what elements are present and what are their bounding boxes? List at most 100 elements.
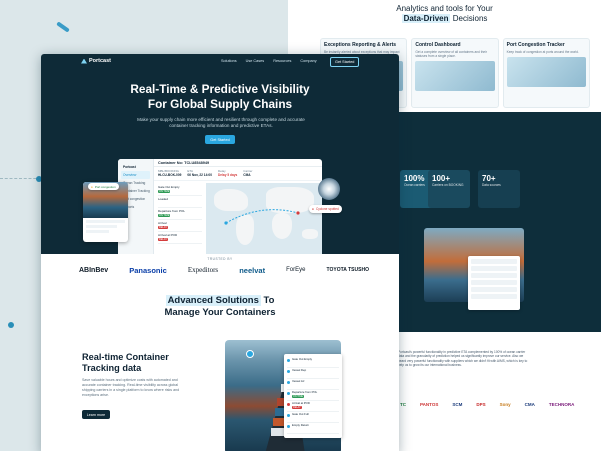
analytics-card-image	[506, 57, 586, 87]
brand-logo-expeditors: Expeditors	[187, 266, 219, 274]
client-logo: PANTOS	[420, 402, 439, 407]
world-map[interactable]	[206, 183, 322, 254]
brand-logo-neelvat: neelvat	[239, 265, 266, 275]
timeline-dot-icon	[287, 414, 290, 417]
client-logo: Sony	[499, 402, 511, 407]
list-item-title: Arrival	[158, 221, 167, 225]
timeline-row: Vessel Dep	[287, 368, 339, 379]
meta-value: CMA	[243, 173, 251, 177]
timeline-row-title: Empty Return	[292, 423, 310, 427]
vessel-card-rows	[83, 218, 128, 235]
client-logo: SCM	[452, 402, 463, 407]
warning-icon: ●	[91, 184, 93, 189]
learn-more-button[interactable]: Learn more	[82, 410, 110, 419]
analytics-card-title: Port Congestion Tracker	[506, 42, 565, 48]
list-item[interactable]: Departure from POL ON TIME	[158, 208, 202, 220]
tracking-panel	[468, 256, 520, 310]
cyclone-badge: ● Cyclone spotted	[309, 205, 342, 213]
analytics-card-title: Exceptions Reporting & Alerts	[324, 42, 397, 48]
timeline-row: Vessel Arr	[287, 379, 339, 390]
sidebar-item[interactable]: Overview	[121, 171, 150, 179]
testimonial-quote: Portcast's powerful functionality in pre…	[398, 350, 528, 367]
analytics-heading-line1: Analytics and tools for Your	[396, 4, 493, 13]
meta-value: 06 Nov, 22 14:00	[187, 173, 212, 177]
location-pin-icon	[246, 350, 254, 358]
stat-label: Data sources	[482, 183, 501, 187]
list-item[interactable]: Loaded	[158, 196, 202, 208]
brand-logo-abinbev: ABInBev	[79, 266, 109, 274]
timeline-row: Departure from POL ON TIME	[287, 390, 339, 401]
alert-icon: ●	[312, 207, 314, 211]
stat-value: 100+	[432, 174, 451, 183]
portcast-logo[interactable]: Portcast	[81, 58, 111, 64]
brand-logo-toyota-tsusho: TOYOTA TSUSHO	[326, 267, 369, 273]
background-ship-icon	[56, 21, 70, 33]
meta-value: HLCU-BOK-009	[158, 173, 182, 177]
timeline-row: Gate Out Full	[287, 412, 339, 423]
brand-logos: ABInBev Panasonic Expeditors neelvat For…	[79, 264, 369, 276]
analytics-card[interactable]: Port Congestion Tracker Keep track of co…	[502, 38, 590, 108]
hero-get-started-button[interactable]: Get Started	[205, 135, 235, 144]
sidebar-item[interactable]: Portcast	[121, 163, 150, 171]
nav-link-resources[interactable]: Resources	[273, 59, 291, 63]
port-congestion-label: Port congestion	[94, 184, 116, 189]
client-logo: DPS	[476, 402, 486, 407]
nav-link-company[interactable]: Company	[300, 59, 316, 63]
nav-links: Solutions Use Cases Resources Company	[221, 59, 317, 63]
dashboard-main: Container No: TCLU8548949 MBL/BOOKING HLC…	[154, 159, 322, 254]
client-logo: TC	[400, 402, 406, 407]
meta-cell: MBL/BOOKING HLCU-BOK-009	[158, 169, 181, 178]
meta-cell: ETA 06 Nov, 22 14:00	[187, 169, 212, 178]
solutions-heading-highlight: Advanced Solutions	[165, 295, 261, 306]
list-item[interactable]: Arrival DELAY	[158, 220, 202, 232]
timeline-row-title: Vessel Arr	[292, 379, 305, 383]
timeline-dot-icon	[287, 403, 290, 406]
main-landing-page: Portcast Solutions Use Cases Resources C…	[41, 54, 399, 451]
analytics-card-title: Control Dashboard	[415, 42, 461, 48]
analytics-heading-rest: Decisions	[452, 14, 488, 23]
timeline-dot-icon	[287, 392, 290, 395]
analytics-heading: Analytics and tools for Your Data-Driven…	[288, 4, 601, 24]
realtime-title-line1: Real-time Container	[82, 352, 169, 362]
timeline-dot-icon	[287, 370, 290, 373]
tracking-timeline-card[interactable]: Gate Out Empty Vessel Dep Vessel Arr Dep…	[284, 354, 342, 438]
cyclone-image	[318, 178, 340, 200]
list-item[interactable]: Arrival at POD DELAY	[158, 232, 202, 244]
timeline-dot-icon	[287, 381, 290, 384]
client-logos: TC PANTOS SCM DPS Sony CMA TECHNORA	[400, 402, 600, 407]
nav-get-started-button[interactable]: Get Started	[330, 57, 360, 67]
background-route-line	[0, 178, 41, 179]
stat-label: Carriers on BOOKING	[432, 183, 464, 187]
milestone-list: Gate Out Empty ON TIME Loaded Departure f…	[158, 184, 202, 244]
analytics-card-image	[415, 61, 495, 91]
brand-logo-panasonic: Panasonic	[129, 265, 167, 275]
timeline-row: Empty Return	[287, 423, 339, 434]
list-item[interactable]: Gate Out Empty ON TIME	[158, 184, 202, 196]
solutions-heading-line2: Manage Your Containers	[164, 307, 276, 318]
status-badge: DELAY	[292, 406, 302, 409]
nav-link-use-cases[interactable]: Use Cases	[246, 59, 265, 63]
brand-logo-foreye: ForEye	[286, 267, 306, 273]
analytics-card-desc: Keep track of congestion at ports around…	[506, 50, 579, 54]
status-badge: ON TIME	[292, 395, 304, 398]
cyclone-label: Cyclone spotted	[315, 207, 339, 211]
timeline-dot-icon	[287, 425, 290, 428]
status-badge: ON TIME	[158, 190, 171, 193]
nav-link-solutions[interactable]: Solutions	[221, 59, 237, 63]
list-item-title: Departure from POL	[158, 209, 186, 213]
list-item-title: Loaded	[158, 197, 169, 201]
timeline-row: Gate Out Empty	[287, 357, 339, 368]
route-line	[224, 209, 300, 225]
hero-title-line2: For Global Supply Chains	[147, 97, 293, 111]
container-header: Container No: TCLU8548949	[154, 159, 322, 167]
timeline-row: Arrival at POD DELAY	[287, 401, 339, 412]
analytics-card[interactable]: Control Dashboard Get a complete overvie…	[411, 38, 499, 108]
realtime-title: Real-time Container Tracking data	[82, 352, 212, 374]
timeline-row-title: Gate Out Full	[292, 412, 309, 416]
realtime-description: Save valuable hours and optimize costs w…	[82, 378, 180, 397]
hero-title-line1: Real-Time & Predictive Visibility	[130, 82, 310, 96]
vessel-card[interactable]	[83, 182, 128, 242]
logo-text: Portcast	[89, 58, 112, 64]
timeline-row-title: Arrival at POD	[292, 401, 310, 405]
analytics-card-desc: Get a complete overview of all container…	[415, 50, 487, 58]
